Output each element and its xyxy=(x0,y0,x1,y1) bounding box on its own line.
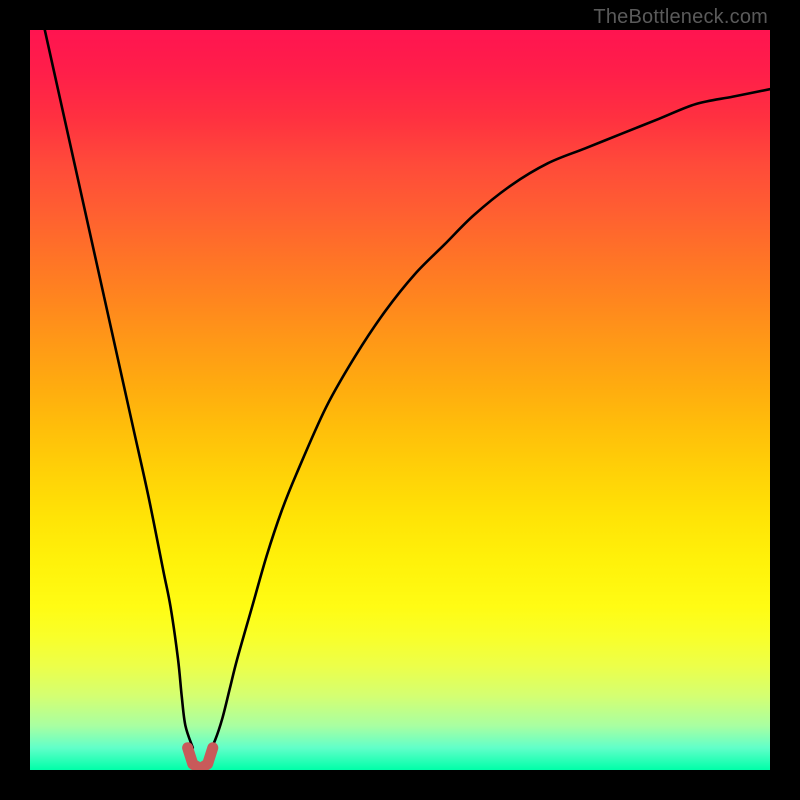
right-branch-curve xyxy=(208,89,770,755)
curve-layer xyxy=(30,30,770,770)
nadir-marker xyxy=(188,748,213,769)
left-branch-curve xyxy=(45,30,193,748)
plot-area xyxy=(30,30,770,770)
watermark-text: TheBottleneck.com xyxy=(593,6,768,29)
outer-frame: TheBottleneck.com xyxy=(0,0,800,800)
